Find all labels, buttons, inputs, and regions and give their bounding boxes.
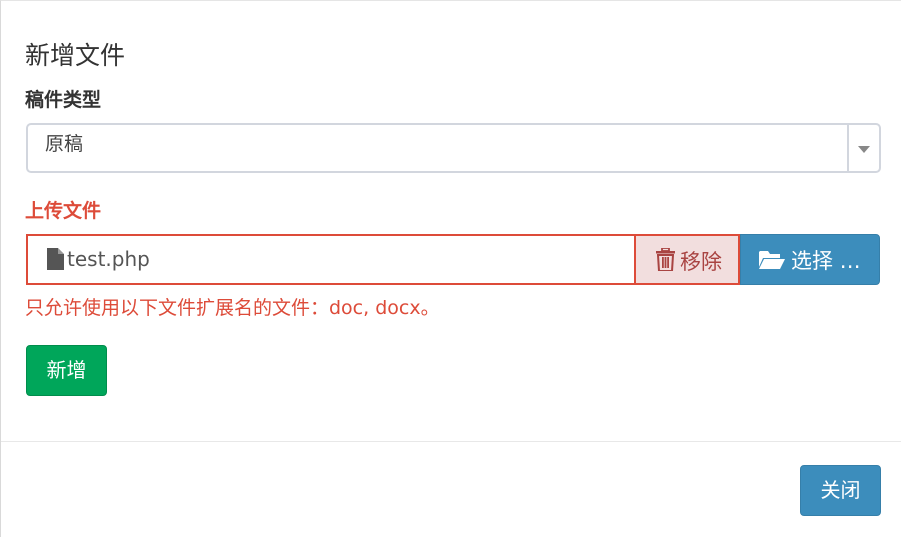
choose-button-label: 选择 … [791, 249, 861, 273]
close-button[interactable]: 关闭 [800, 465, 881, 516]
choose-file-button[interactable]: 选择 … [740, 234, 880, 285]
modal-title: 新增文件 [25, 41, 126, 70]
file-name: test.php [67, 247, 150, 271]
manuscript-type-label: 稿件类型 [25, 89, 102, 111]
trash-icon [656, 248, 675, 271]
allowed-extensions-help: 只允许使用以下文件扩展名的文件：doc, docx。 [25, 297, 440, 319]
select-dropdown-toggle[interactable] [847, 125, 879, 171]
file-caption-field[interactable]: test.php [26, 234, 635, 285]
folder-open-icon [759, 251, 785, 269]
manuscript-type-select[interactable]: 原稿 [26, 123, 881, 173]
remove-button-label: 移除 [680, 250, 722, 274]
chevron-down-icon [858, 146, 870, 153]
file-input-group: test.php 移除 选择 … [26, 234, 880, 285]
add-button[interactable]: 新增 [26, 345, 107, 396]
upload-file-label: 上传文件 [25, 200, 102, 222]
add-file-modal: 新增文件 稿件类型 原稿 上传文件 test.php 移除 选择 … 只允许使用… [0, 0, 901, 537]
manuscript-type-selected-value: 原稿 [45, 133, 84, 155]
footer-divider [1, 441, 901, 442]
file-icon [47, 248, 64, 270]
remove-file-button[interactable]: 移除 [634, 234, 740, 285]
